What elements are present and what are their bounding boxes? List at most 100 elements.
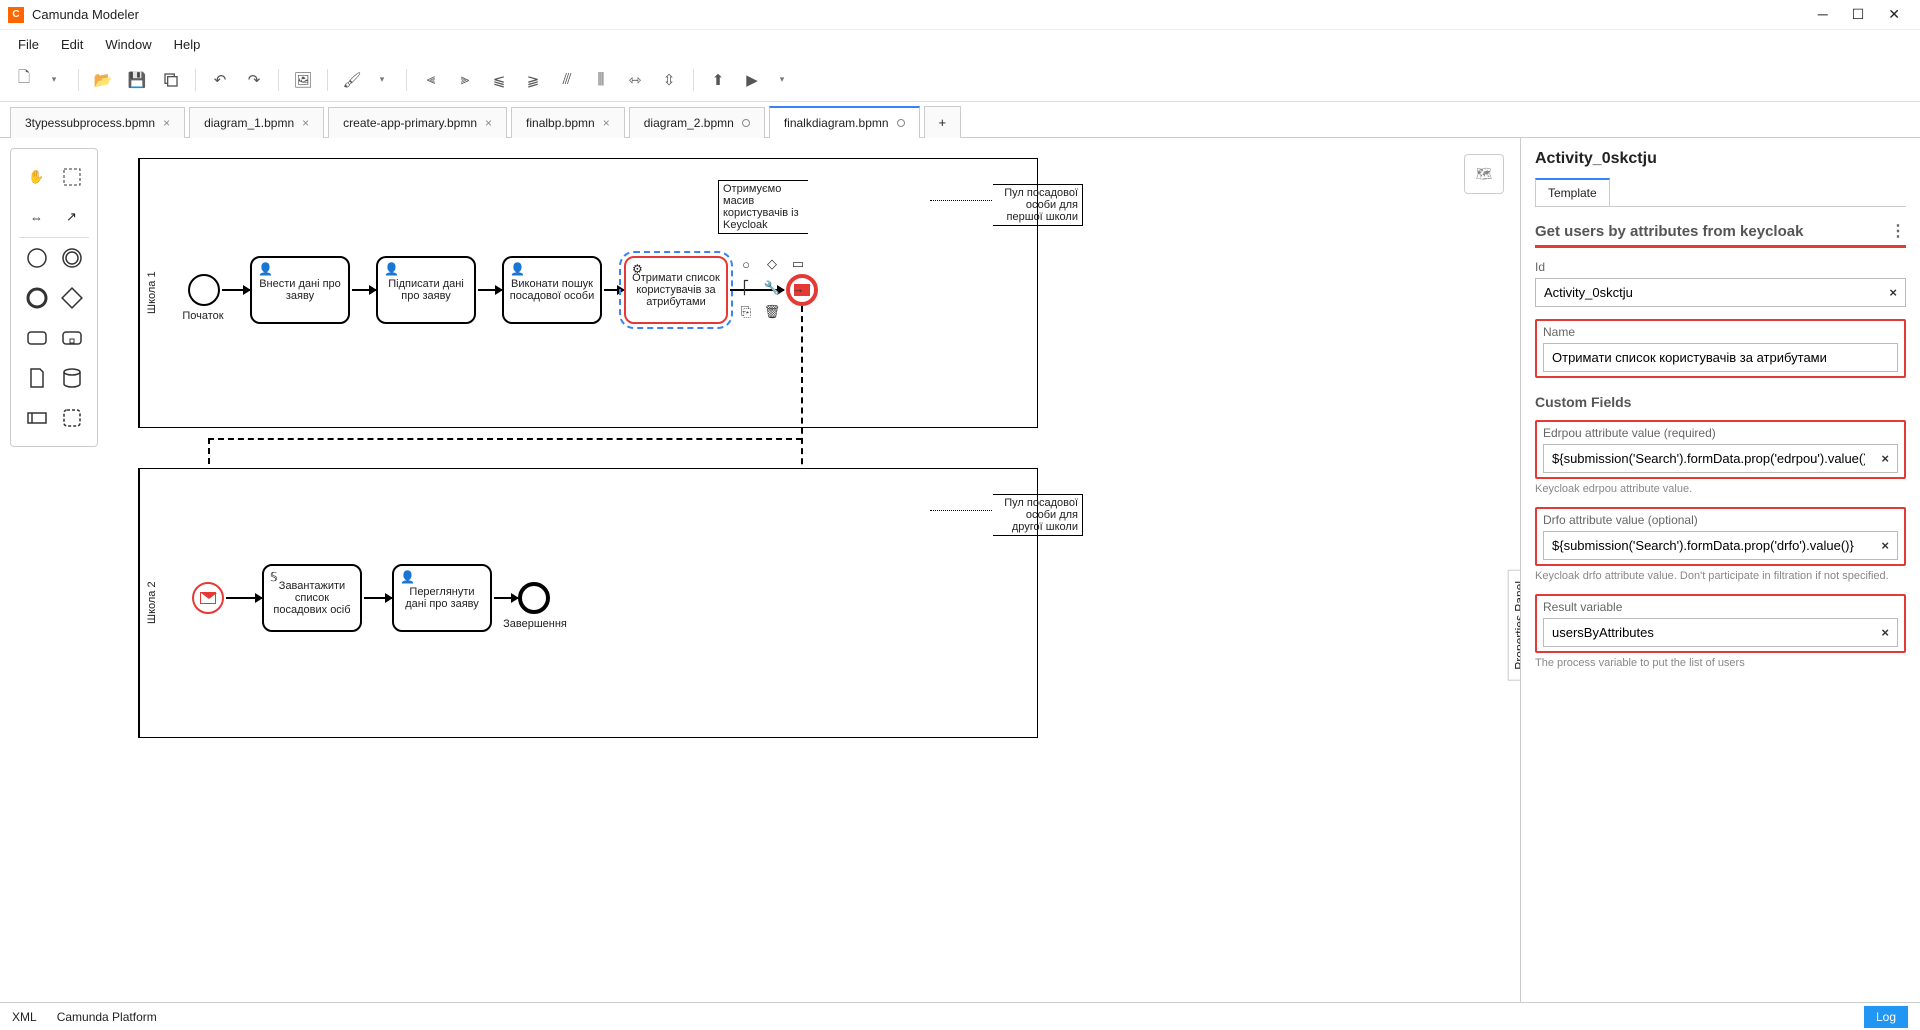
tab-finalbp[interactable]: finalbp.bpmn× [511, 107, 625, 138]
add-tab-button[interactable]: + [924, 106, 962, 138]
image-icon[interactable]: 🖼 [289, 66, 317, 94]
task-enter-data[interactable]: 👤Внести дані про заяву [250, 256, 350, 324]
new-file-caret[interactable]: ▾ [40, 66, 68, 94]
menu-window[interactable]: Window [95, 33, 161, 56]
clear-icon[interactable]: × [1873, 538, 1897, 553]
minimize-button[interactable]: ─ [1818, 6, 1828, 23]
save-as-icon[interactable] [157, 66, 185, 94]
properties-panel-toggle[interactable]: Properties Panel [1508, 570, 1520, 681]
close-icon[interactable]: × [302, 116, 309, 130]
cp-connect-icon[interactable]: → [788, 278, 808, 298]
edrpou-hint: Keycloak edrpou attribute value. [1535, 483, 1906, 495]
drfo-hint: Keycloak drfo attribute value. Don't par… [1535, 570, 1906, 582]
tab-3typessubprocess[interactable]: 3typessubprocess.bpmn× [10, 107, 185, 138]
task-search-official[interactable]: 👤Виконати пошук посадової особи [502, 256, 602, 324]
annotation-pool1-official[interactable]: Пул посадової особи для першої школи [993, 184, 1083, 226]
gateway-icon[interactable] [58, 284, 85, 312]
cp-change-type-icon[interactable]: 🔧 [762, 278, 782, 298]
service-task-icon: ⚙ [632, 262, 643, 276]
undo-icon[interactable]: ↶ [206, 66, 234, 94]
template-section-title: Get users by attributes from keycloak ⋮ [1535, 221, 1906, 248]
color-caret[interactable]: ▾ [368, 66, 396, 94]
cp-attach-icon[interactable]: ⎘ [736, 302, 756, 322]
run-caret[interactable]: ▾ [768, 66, 796, 94]
align-middle-icon[interactable]: ⫻ [553, 66, 581, 94]
align-top-icon[interactable]: ⫺ [519, 66, 547, 94]
space-tool-icon[interactable]: ⇔ [23, 203, 50, 231]
clear-icon[interactable]: × [1873, 451, 1897, 466]
distribute-h-icon[interactable]: ⇿ [621, 66, 649, 94]
menu-file[interactable]: File [8, 33, 49, 56]
tab-template[interactable]: Template [1535, 178, 1610, 206]
tab-create-app-primary[interactable]: create-app-primary.bpmn× [328, 107, 507, 138]
close-icon[interactable]: × [603, 116, 610, 130]
new-file-icon[interactable]: 🗋 [10, 66, 38, 94]
properties-panel: Activity_0skctju Template Get users by a… [1520, 138, 1920, 1002]
cp-delete-icon[interactable]: 🗑 [762, 302, 782, 322]
tab-finalkdiagram[interactable]: finalkdiagram.bpmn [769, 106, 920, 138]
group-icon[interactable] [58, 404, 85, 432]
close-icon[interactable]: × [163, 116, 170, 130]
clear-icon[interactable]: × [1881, 285, 1905, 300]
section-menu-icon[interactable]: ⋮ [1890, 221, 1906, 241]
task-review-data[interactable]: 👤Переглянути дані про заяву [392, 564, 492, 632]
hand-tool-icon[interactable]: ✋ [23, 163, 50, 191]
clear-icon[interactable]: × [1873, 625, 1897, 640]
connect-tool-icon[interactable]: ↗ [58, 203, 85, 231]
align-bottom-icon[interactable]: ⫼ [587, 66, 615, 94]
annotation-pool2-official[interactable]: Пул посадової особи для другої школи [993, 494, 1083, 536]
data-store-icon[interactable] [58, 364, 85, 392]
end-event[interactable] [518, 582, 550, 614]
close-button[interactable]: ✕ [1888, 6, 1900, 23]
result-variable-input[interactable] [1544, 619, 1873, 646]
menubar: File Edit Window Help [0, 30, 1920, 58]
user-task-icon: 👤 [258, 262, 273, 276]
tab-diagram1[interactable]: diagram_1.bpmn× [189, 107, 324, 138]
message-start-event[interactable] [192, 582, 224, 614]
deploy-icon[interactable]: ⬆ [704, 66, 732, 94]
task-sign-data[interactable]: 👤Підписати дані про заяву [376, 256, 476, 324]
pool-icon[interactable] [23, 404, 50, 432]
align-left-icon[interactable]: ⫷ [417, 66, 445, 94]
task-icon[interactable] [23, 324, 50, 352]
align-center-h-icon[interactable]: ⫸ [451, 66, 479, 94]
save-icon[interactable]: 💾 [123, 66, 151, 94]
cp-append-task-icon[interactable]: ▭ [788, 254, 808, 274]
edrpou-input[interactable] [1544, 445, 1873, 472]
task-load-officials[interactable]: 𝕊Завантажити список посадових осіб [262, 564, 362, 632]
end-event-label: Завершення [500, 618, 570, 630]
app-icon: C [8, 7, 24, 23]
annotation-keycloak-array[interactable]: Отримуємо масив користувачів із Keycloak [718, 180, 808, 234]
start-event-icon[interactable] [23, 244, 50, 272]
drfo-input[interactable] [1544, 532, 1873, 559]
log-button[interactable]: Log [1864, 1006, 1908, 1028]
cp-append-gateway-icon[interactable]: ◇ [762, 254, 782, 274]
open-icon[interactable]: 📂 [89, 66, 117, 94]
redo-icon[interactable]: ↷ [240, 66, 268, 94]
align-right-icon[interactable]: ⫹ [485, 66, 513, 94]
intermediate-event-icon[interactable] [58, 244, 85, 272]
canvas[interactable]: Школа 1 Початок 👤Внести дані про заяву 👤… [98, 138, 1520, 1002]
name-input[interactable] [1544, 344, 1897, 371]
run-icon[interactable]: ▶ [738, 66, 766, 94]
id-input[interactable] [1536, 279, 1881, 306]
maximize-button[interactable]: ☐ [1852, 6, 1865, 23]
subprocess-icon[interactable] [58, 324, 85, 352]
distribute-v-icon[interactable]: ⇳ [655, 66, 683, 94]
color-icon[interactable]: 🖌 [338, 66, 366, 94]
start-event[interactable] [188, 274, 220, 306]
task-get-users-by-attributes[interactable]: ⚙Отримати список користувачів за атрибут… [624, 256, 728, 324]
close-icon[interactable]: × [485, 116, 492, 130]
menu-edit[interactable]: Edit [51, 33, 93, 56]
lasso-tool-icon[interactable] [58, 163, 85, 191]
field-id: Id × [1535, 260, 1906, 307]
data-object-icon[interactable] [23, 364, 50, 392]
tab-diagram2[interactable]: diagram_2.bpmn [629, 107, 765, 138]
cp-append-event-icon[interactable]: ○ [736, 254, 756, 274]
end-event-icon[interactable] [23, 284, 50, 312]
minimap-toggle[interactable]: 🗺 [1464, 154, 1504, 194]
status-xml[interactable]: XML [12, 1010, 37, 1024]
status-platform[interactable]: Camunda Platform [57, 1010, 157, 1024]
menu-help[interactable]: Help [164, 33, 211, 56]
cp-annotation-icon[interactable]: ⎡ [736, 278, 756, 298]
